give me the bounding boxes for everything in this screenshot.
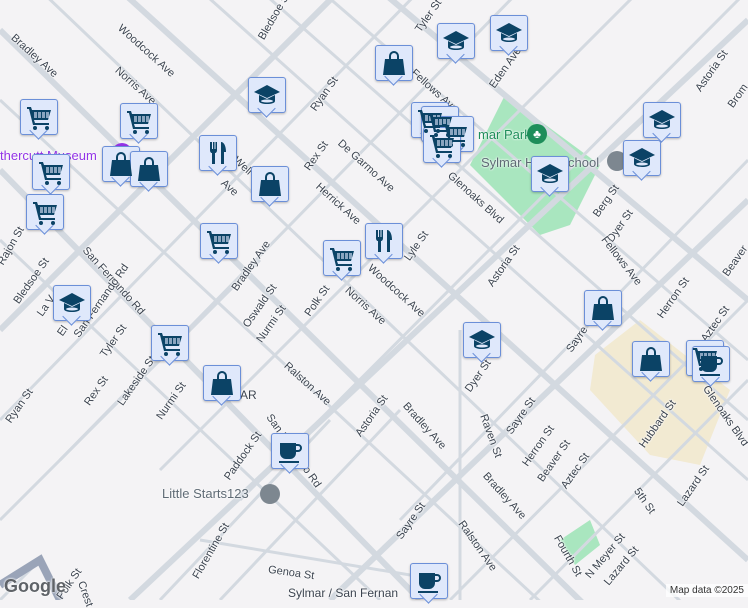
fork-knife-icon (370, 227, 398, 255)
coffee-cup-icon (697, 350, 725, 378)
shopping-cart-icon (205, 227, 233, 255)
poi-school-label[interactable]: Sylmar H (481, 155, 534, 170)
shopping-bag-icon (256, 170, 284, 198)
poi-school-label-end[interactable]: chool (568, 155, 599, 170)
shopping-cart-icon (25, 103, 53, 131)
restaurant-marker[interactable] (199, 135, 237, 171)
poi-little-starts-label[interactable]: Little Starts123 (162, 486, 249, 501)
school-marker[interactable] (643, 102, 681, 138)
graduation-cap-icon (253, 81, 281, 109)
map-attribution[interactable]: Map data ©2025 (665, 584, 748, 597)
shopping-bag-icon (637, 345, 665, 373)
school-marker[interactable] (248, 77, 286, 113)
fork-knife-icon (204, 139, 232, 167)
coffee-cup-icon (276, 437, 304, 465)
graduation-cap-icon (495, 19, 523, 47)
graduation-cap-icon (468, 326, 496, 354)
coffee-cup-icon (415, 567, 443, 595)
grocery-marker[interactable] (323, 240, 361, 276)
grocery-marker[interactable] (200, 223, 238, 259)
cafe-marker[interactable] (271, 433, 309, 469)
poi-park-label[interactable]: mar Park (478, 127, 531, 142)
graduation-cap-icon (648, 106, 676, 134)
poi-area-label: AR (240, 388, 257, 402)
grocery-marker[interactable] (20, 99, 58, 135)
shop-marker[interactable] (251, 166, 289, 202)
shopping-cart-icon (428, 131, 456, 159)
school-marker[interactable] (53, 285, 91, 321)
shopping-bag-icon (135, 155, 163, 183)
restaurant-marker[interactable] (365, 223, 403, 259)
shopping-cart-icon (37, 158, 65, 186)
park-tree-icon[interactable]: ♣ (527, 124, 547, 144)
grocery-marker[interactable] (151, 325, 189, 361)
graduation-cap-icon (58, 289, 86, 317)
shopping-cart-icon (31, 198, 59, 226)
school-marker[interactable] (463, 322, 501, 358)
place-pin-icon[interactable] (260, 484, 280, 504)
school-marker[interactable] (623, 140, 661, 176)
cafe-marker[interactable] (692, 346, 730, 382)
school-marker[interactable] (531, 156, 569, 192)
shopping-cart-icon (156, 329, 184, 357)
grocery-marker[interactable] (423, 127, 461, 163)
map-canvas[interactable] (0, 0, 748, 600)
shopping-cart-icon (125, 107, 153, 135)
shopping-cart-icon (328, 244, 356, 272)
graduation-cap-icon (628, 144, 656, 172)
grocery-marker[interactable] (26, 194, 64, 230)
shopping-bag-icon (380, 49, 408, 77)
graduation-cap-icon (536, 160, 564, 188)
shopping-bag-icon (589, 294, 617, 322)
street-label: Sylmar / San Fernan (288, 586, 399, 600)
google-logo[interactable]: Google (4, 576, 66, 597)
shop-marker[interactable] (375, 45, 413, 81)
shopping-bag-icon (208, 369, 236, 397)
shop-marker[interactable] (632, 341, 670, 377)
shopping-bag-icon (107, 150, 135, 178)
shop-marker[interactable] (584, 290, 622, 326)
school-marker[interactable] (490, 15, 528, 51)
shop-marker[interactable] (130, 151, 168, 187)
grocery-marker[interactable] (120, 103, 158, 139)
cafe-marker[interactable] (410, 563, 448, 599)
grocery-marker[interactable] (32, 154, 70, 190)
shop-marker[interactable] (203, 365, 241, 401)
graduation-cap-icon (442, 27, 470, 55)
school-marker[interactable] (437, 23, 475, 59)
